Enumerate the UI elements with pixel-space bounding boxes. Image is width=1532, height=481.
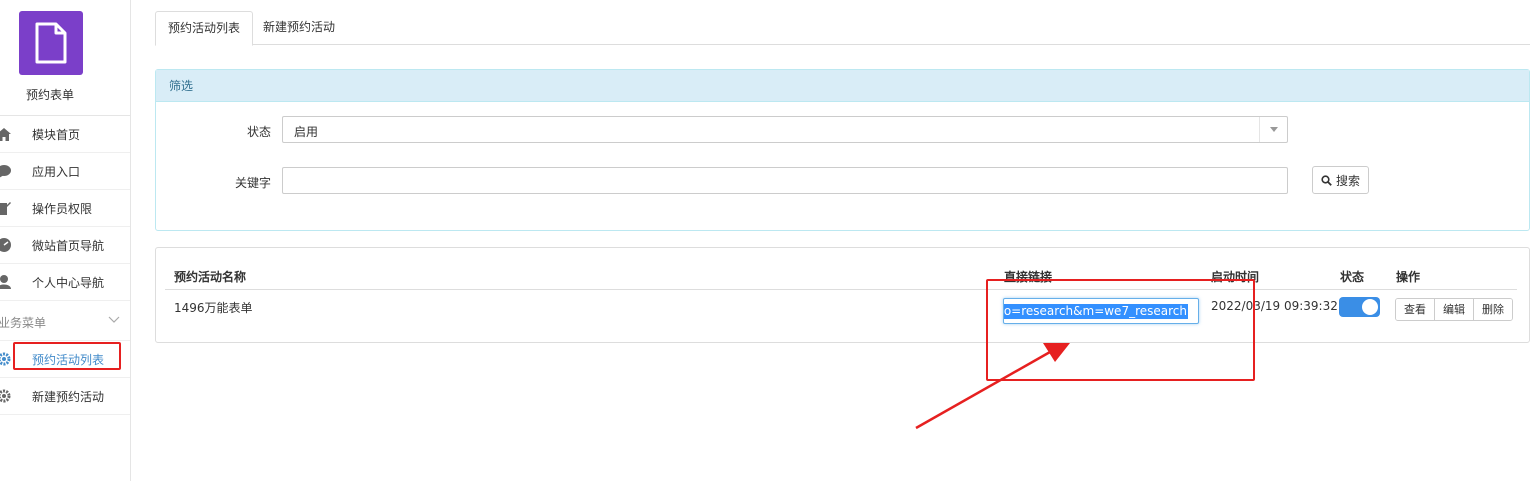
module-logo[interactable] bbox=[19, 11, 83, 75]
edit-button[interactable]: 编辑 bbox=[1435, 299, 1474, 320]
module-title: 预约表单 bbox=[25, 88, 74, 102]
gear-icon bbox=[0, 389, 11, 403]
direct-link-input[interactable]: &do=research&m=we7_research bbox=[1003, 298, 1199, 324]
search-button[interactable]: 搜索 bbox=[1312, 166, 1369, 194]
view-button[interactable]: 查看 bbox=[1396, 299, 1435, 320]
header-name: 预约活动名称 bbox=[174, 270, 247, 284]
tab-new-booking[interactable]: 新建预约活动 bbox=[251, 11, 347, 45]
sidebar-item-new-booking[interactable]: 新建预约活动 bbox=[0, 378, 130, 415]
status-label: 状态 bbox=[246, 125, 271, 139]
row-start-time: 2022/03/19 09:39:32 bbox=[1211, 299, 1338, 313]
gear-icon bbox=[0, 352, 11, 366]
document-icon bbox=[35, 22, 67, 64]
sidebar-item-app-entry[interactable]: 应用入口 bbox=[0, 153, 130, 190]
sidebar-group-label: 业务菜单 bbox=[0, 316, 47, 330]
row-actions: 查看 编辑 删除 bbox=[1395, 298, 1513, 321]
sidebar-item-microsite-nav[interactable]: 微站首页导航 bbox=[0, 227, 130, 264]
user-icon bbox=[0, 275, 11, 289]
booking-table: 预约活动名称 直接链接 启动时间 状态 操作 1496万能表单 &do=rese… bbox=[155, 247, 1530, 343]
delete-button[interactable]: 删除 bbox=[1474, 299, 1512, 320]
sidebar-item-label: 新建预约活动 bbox=[32, 389, 105, 404]
row-name: 1496万能表单 bbox=[174, 301, 253, 315]
sidebar-item-operator-permissions[interactable]: 操作员权限 bbox=[0, 190, 130, 227]
filter-heading: 筛选 bbox=[156, 70, 1529, 102]
header-link: 直接链接 bbox=[1004, 270, 1053, 284]
sidebar-item-label: 个人中心导航 bbox=[32, 275, 105, 290]
keyword-input[interactable] bbox=[282, 167, 1288, 194]
tab-bar: 预约活动列表 新建预约活动 bbox=[155, 11, 1530, 46]
edit-icon bbox=[0, 201, 11, 215]
header-divider bbox=[165, 289, 1517, 290]
sidebar-item-label: 模块首页 bbox=[32, 127, 81, 142]
sidebar-group-business[interactable]: 业务菜单 bbox=[0, 301, 130, 341]
header-status: 状态 bbox=[1340, 270, 1365, 284]
keyword-label: 关键字 bbox=[234, 176, 271, 190]
caret-down-icon bbox=[1259, 117, 1287, 142]
sidebar-item-label: 应用入口 bbox=[32, 164, 81, 179]
search-button-label: 搜索 bbox=[1335, 173, 1360, 188]
home-icon bbox=[0, 127, 11, 141]
sidebar-item-user-center-nav[interactable]: 个人中心导航 bbox=[0, 264, 130, 301]
direct-link-selected-text: &do=research&m=we7_research bbox=[1004, 304, 1188, 319]
header-actions: 操作 bbox=[1396, 270, 1421, 284]
sidebar-menu: 模块首页 应用入口 操作员权限 微站首页导航 个人中心导航 业务菜单 预约活动列… bbox=[0, 115, 130, 415]
dashboard-icon bbox=[0, 238, 11, 252]
chat-icon bbox=[0, 164, 11, 178]
toggle-knob bbox=[1362, 299, 1378, 315]
status-select[interactable]: 启用 bbox=[282, 116, 1288, 143]
sidebar-item-label: 预约活动列表 bbox=[32, 352, 105, 367]
chevron-down-icon bbox=[108, 313, 120, 327]
sidebar: 预约表单 模块首页 应用入口 操作员权限 微站首页导航 个人中心导航 业务菜单 … bbox=[0, 0, 131, 481]
sidebar-item-label: 微站首页导航 bbox=[32, 238, 105, 253]
search-icon bbox=[1321, 174, 1332, 186]
sidebar-item-booking-list[interactable]: 预约活动列表 bbox=[0, 341, 130, 378]
filter-panel: 筛选 状态 启用 关键字 搜索 bbox=[155, 69, 1530, 231]
sidebar-item-label: 操作员权限 bbox=[32, 201, 93, 216]
status-toggle[interactable] bbox=[1339, 297, 1380, 317]
header-start-time: 启动时间 bbox=[1211, 270, 1260, 284]
sidebar-item-module-home[interactable]: 模块首页 bbox=[0, 116, 130, 153]
tab-booking-list[interactable]: 预约活动列表 bbox=[155, 11, 254, 46]
status-select-value: 启用 bbox=[294, 125, 319, 139]
